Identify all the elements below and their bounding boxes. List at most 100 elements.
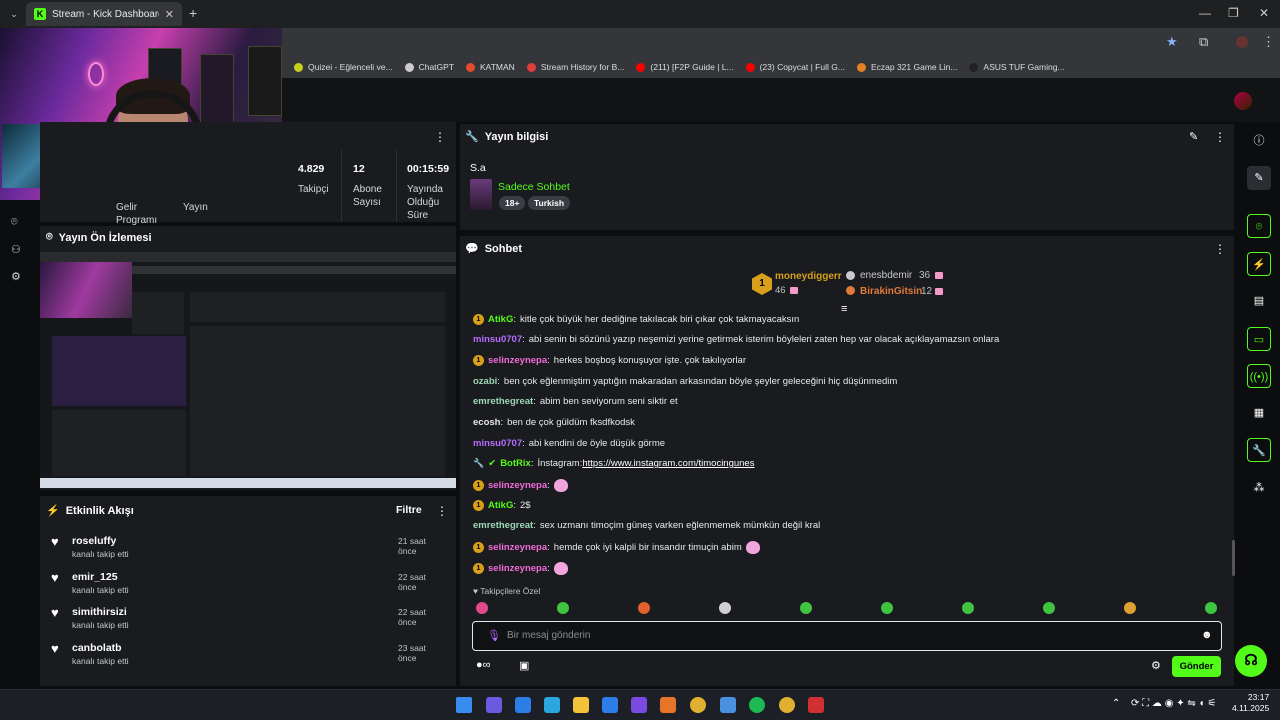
chat-username[interactable]: emrethegreat xyxy=(473,520,533,531)
broadcast-icon[interactable]: ((•)) xyxy=(1247,364,1271,388)
emote-icon[interactable] xyxy=(638,602,650,614)
chat-menu-icon[interactable]: ⋮ xyxy=(1214,242,1226,256)
tools-icon[interactable]: 🔧 xyxy=(1247,438,1271,462)
tray-chevron-icon[interactable]: ⌃ xyxy=(1112,698,1120,709)
chrome-icon[interactable] xyxy=(690,697,706,713)
app-icon[interactable] xyxy=(515,697,531,713)
edge-icon[interactable] xyxy=(544,697,560,713)
emote-icon[interactable] xyxy=(476,602,488,614)
store-icon[interactable]: ▣ xyxy=(519,659,529,672)
stats-menu-icon[interactable]: ⋮ xyxy=(434,130,446,144)
edit-pencil-icon[interactable]: ✎ xyxy=(1189,130,1198,143)
browser-tab[interactable]: K Stream - Kick Dashboard ✕ xyxy=(26,2,182,26)
emote-icon[interactable] xyxy=(557,602,569,614)
discord-icon[interactable] xyxy=(486,697,502,713)
chat-link[interactable]: https://www.instagram.com/timocingunes xyxy=(582,458,754,469)
chat-username[interactable]: minsu0707 xyxy=(473,334,522,345)
leaderboard-third-name[interactable]: BirakinGitsin xyxy=(860,286,922,297)
info-icon[interactable]: ⓘ xyxy=(1247,129,1271,153)
chat-username[interactable]: selinzeynepa xyxy=(488,355,547,366)
bookmark-item[interactable]: Eczap 321 Game Lin... xyxy=(856,62,957,72)
tag-18plus[interactable]: 18+ xyxy=(499,196,526,210)
chat-toggle-icon[interactable]: ▭ xyxy=(1247,327,1271,351)
chat-username[interactable]: emrethegreat xyxy=(473,396,533,407)
app-icon[interactable] xyxy=(720,697,736,713)
bookmark-item[interactable]: ASUS TUF Gaming... xyxy=(969,62,1065,72)
minimize-icon[interactable]: — xyxy=(1199,6,1211,20)
leaderboard-second-name[interactable]: enesbdemir xyxy=(860,270,912,281)
close-window-icon[interactable]: ✕ xyxy=(1259,6,1269,20)
emoji-picker-icon[interactable]: ☻ xyxy=(1201,629,1213,641)
vlc-icon[interactable] xyxy=(660,697,676,713)
bookmark-item[interactable]: KATMAN xyxy=(466,62,515,72)
chat-username[interactable]: selinzeynepa xyxy=(488,563,547,574)
emote-icon[interactable] xyxy=(800,602,812,614)
chat-username[interactable]: ozabi xyxy=(473,376,497,387)
start-button-icon[interactable] xyxy=(456,697,472,713)
app-icon[interactable] xyxy=(808,697,824,713)
emote-icon[interactable] xyxy=(719,602,731,614)
emote-menu-icon[interactable]: ●∞ xyxy=(476,659,491,671)
stream-preview-video[interactable] xyxy=(40,252,456,488)
chat-username[interactable]: minsu0707 xyxy=(473,438,522,449)
chat-settings-icon[interactable]: ⚙ xyxy=(1151,659,1161,672)
emote-icon[interactable] xyxy=(881,602,893,614)
file-explorer-icon[interactable] xyxy=(573,697,589,713)
leaderboard-first-name[interactable]: moneydiggerr xyxy=(775,271,842,282)
users-nav-icon[interactable]: ⚇ xyxy=(11,243,21,256)
bookmark-item[interactable]: (211) [F2P Guide | L... xyxy=(636,62,734,72)
event-username[interactable]: emir_125 xyxy=(72,571,118,583)
preview-toggle-icon[interactable]: ⌾ xyxy=(1247,214,1271,238)
chat-username[interactable]: AtikG xyxy=(488,500,513,511)
help-chat-button[interactable]: ☊ xyxy=(1235,645,1267,677)
emote-icon[interactable] xyxy=(1124,602,1136,614)
chat-username[interactable]: selinzeynepa xyxy=(488,480,547,491)
chat-username[interactable]: AtikG xyxy=(488,314,513,325)
event-username[interactable]: canbolatb xyxy=(72,642,122,654)
events-filter-button[interactable]: Filtre xyxy=(396,504,422,516)
pencil-icon[interactable]: ✎ xyxy=(1247,166,1271,190)
spotify-icon[interactable] xyxy=(749,697,765,713)
chrome-menu-icon[interactable]: ⋮ xyxy=(1262,34,1275,50)
profile-avatar[interactable] xyxy=(1236,36,1248,48)
bookmark-item[interactable]: Stream History for B... xyxy=(526,62,624,72)
chat-scrollbar[interactable] xyxy=(1232,540,1235,576)
new-tab-icon[interactable]: + xyxy=(189,5,197,21)
stream-info-menu-icon[interactable]: ⋮ xyxy=(1214,130,1226,144)
bookmark-item[interactable]: Quizei - Eğlenceli ve... xyxy=(294,62,393,72)
restore-icon[interactable]: ❐ xyxy=(1228,6,1239,20)
tag-turkish[interactable]: Turkish xyxy=(528,196,571,210)
tab-search-icon[interactable]: ⌄ xyxy=(6,6,22,22)
chat-input-field[interactable]: 🎙 Bir mesaj gönderin ☻ xyxy=(472,621,1222,651)
send-button[interactable]: Gönder xyxy=(1172,656,1221,677)
chat-username[interactable]: ecosh xyxy=(473,417,500,428)
microphone-icon[interactable]: 🎙 xyxy=(487,629,501,642)
chrome-icon[interactable] xyxy=(779,697,795,713)
user-avatar[interactable] xyxy=(1234,92,1252,110)
bookmark-star-icon[interactable]: ★ xyxy=(1166,34,1178,50)
bookmark-item[interactable]: (23) Copycat | Full G... xyxy=(745,62,845,72)
tray-icons[interactable]: ⟳ ⛶ ☁ ◉ ✦ ⇋ ◖ ⚟ xyxy=(1131,698,1216,709)
document-icon[interactable]: ▤ xyxy=(1247,289,1271,313)
settings-nav-icon[interactable]: ⚙ xyxy=(11,270,21,283)
taskbar-clock[interactable]: 23:17 4.11.2025 xyxy=(1232,692,1269,714)
extensions-icon[interactable]: ⧉ xyxy=(1199,34,1208,50)
share-icon[interactable]: ⁂ xyxy=(1247,476,1271,500)
copilot-icon[interactable] xyxy=(631,697,647,713)
bookmark-item[interactable]: ChatGPT xyxy=(404,62,454,72)
category-link[interactable]: Sadece Sohbet xyxy=(498,181,570,193)
event-username[interactable]: roseluffy xyxy=(72,535,116,547)
expand-leaderboard-icon[interactable]: ≡ xyxy=(841,303,847,315)
category-thumbnail[interactable] xyxy=(470,179,492,210)
events-menu-icon[interactable]: ⋮ xyxy=(436,504,448,518)
emote-icon[interactable] xyxy=(962,602,974,614)
layout-icon[interactable]: ▦ xyxy=(1247,401,1271,425)
event-username[interactable]: simithirsizi xyxy=(72,606,127,618)
preview-nav-icon[interactable]: ⌾ xyxy=(11,216,18,229)
emote-icon[interactable] xyxy=(1043,602,1055,614)
emote-icon[interactable] xyxy=(1205,602,1217,614)
close-tab-icon[interactable]: ✕ xyxy=(165,8,174,21)
events-toggle-icon[interactable]: ⚡ xyxy=(1247,252,1271,276)
chat-username[interactable]: selinzeynepa xyxy=(488,542,547,553)
store-icon[interactable] xyxy=(602,697,618,713)
